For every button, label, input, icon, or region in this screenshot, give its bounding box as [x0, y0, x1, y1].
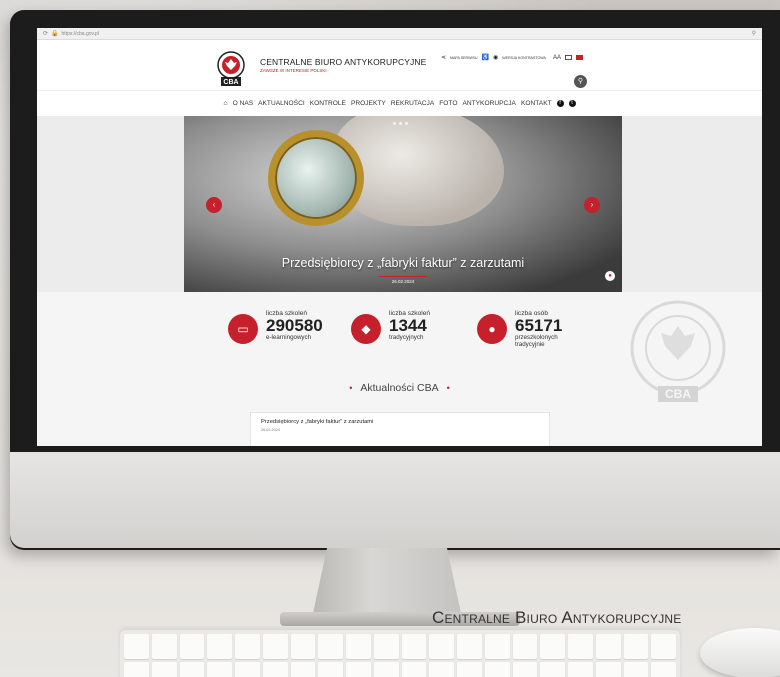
- nav-item-rekrutacja[interactable]: REKRUTACJA: [391, 100, 434, 107]
- stats-section: ▭ liczba szkoleń 290580 e-learningowych …: [37, 292, 762, 446]
- news-heading-text: Aktualności CBA: [360, 382, 439, 394]
- lock-icon: 🔒: [51, 31, 59, 37]
- stat-label-bottom: e-learningowych: [266, 334, 312, 341]
- stat-label-bottom: tradycyjnych: [389, 334, 424, 341]
- site-header: CBA CENTRALNE BIURO ANTYKORUPCYJNE ZAWSZ…: [37, 40, 762, 90]
- nav-item-projekty[interactable]: PROJEKTY: [351, 100, 386, 107]
- slider-dot[interactable]: [405, 122, 408, 125]
- laptop-icon: ▭: [228, 314, 258, 344]
- slider-dots: [393, 122, 408, 125]
- slider-dot[interactable]: [399, 122, 402, 125]
- stat-label-bottom: przeszkolonych tradycyjnie: [515, 334, 558, 348]
- magnifying-glass-image: [268, 130, 364, 226]
- pl-flag-icon[interactable]: [575, 55, 583, 60]
- bullet-icon: •: [349, 383, 353, 393]
- sitemap-link[interactable]: MAPA SERWISU: [450, 56, 477, 60]
- user-icon: ●: [477, 314, 507, 344]
- news-title[interactable]: Przedsiębiorcy z „fabryki faktur” z zarz…: [261, 419, 539, 425]
- accessibility-icon[interactable]: ♿: [481, 54, 488, 61]
- news-heading: • Aktualności CBA •: [37, 382, 762, 394]
- site-title[interactable]: CENTRALNE BIURO ANTYKORUPCYJNE: [260, 57, 426, 67]
- facebook-icon[interactable]: f: [556, 100, 564, 107]
- home-icon[interactable]: ⌂: [223, 100, 227, 107]
- slider-next-button[interactable]: ›: [584, 197, 600, 213]
- address-bar[interactable]: https://cba.gov.pl: [62, 31, 99, 37]
- font-size-toggle[interactable]: AA: [553, 55, 561, 61]
- bullet-icon: •: [446, 383, 450, 393]
- slider-pause-button[interactable]: ●: [605, 271, 615, 281]
- stat-people: ● liczba osób 65171 przeszkolonych trady…: [477, 310, 562, 348]
- browser-toolbar: ⟳ 🔒 https://cba.gov.pl ⚲: [37, 28, 762, 40]
- svg-text:CBA: CBA: [223, 79, 238, 86]
- monitor-chin: [10, 452, 780, 548]
- nav-item-o-nas[interactable]: O NAS: [233, 100, 254, 107]
- share-icon: ⋖: [441, 55, 447, 61]
- eu-flag-icon[interactable]: [564, 55, 572, 60]
- nav-item-antykorupcja[interactable]: ANTYKORUPCJA: [462, 100, 516, 107]
- hero-slider[interactable]: ‹ › Przedsiębiorcy z „fabryki faktur” z …: [184, 116, 622, 292]
- nav-item-kontrole[interactable]: KONTROLE: [310, 100, 346, 107]
- stat-elearning: ▭ liczba szkoleń 290580 e-learningowych: [228, 310, 323, 344]
- nav-item-foto[interactable]: FOTO: [439, 100, 457, 107]
- twitter-icon[interactable]: t: [568, 100, 576, 107]
- keyboard: [120, 630, 680, 677]
- main-nav: ⌂ O NAS AKTUALNOŚCI KONTROLE PROJEKTY RE…: [37, 90, 762, 116]
- utility-bar: ⋖ MAPA SERWISU ♿ ◉ WERSJA KONTRASTOWA AA: [441, 54, 583, 61]
- browser-search-icon[interactable]: ⚲: [752, 30, 756, 37]
- reload-icon[interactable]: ⟳: [43, 30, 48, 37]
- hero-band: ‹ › Przedsiębiorcy z „fabryki faktur” z …: [37, 116, 762, 292]
- page-caption: Centralne Biuro Antykorupcyjne: [432, 608, 682, 627]
- stat-value: 65171: [515, 316, 563, 335]
- slide-caption[interactable]: Przedsiębiorcy z „fabryki faktur” z zarz…: [184, 256, 622, 270]
- nav-item-aktualnosci[interactable]: AKTUALNOŚCI: [258, 100, 305, 107]
- stat-value: 1344: [389, 316, 427, 335]
- browser-screen: ⟳ 🔒 https://cba.gov.pl ⚲ CBA CENTRALNE B…: [37, 28, 762, 446]
- nav-item-kontakt[interactable]: KONTAKT: [521, 100, 552, 107]
- slider-dot[interactable]: [393, 122, 396, 125]
- news-card[interactable]: Przedsiębiorcy z „fabryki faktur” z zarz…: [250, 412, 550, 446]
- news-date: 26.02.2024: [261, 428, 281, 432]
- site-subtitle: ZAWSZE W INTERESIE POLSKI: [260, 68, 327, 73]
- search-button[interactable]: ⚲: [574, 75, 587, 88]
- eye-icon: ◉: [492, 55, 499, 61]
- stat-value: 290580: [266, 316, 323, 335]
- cba-logo[interactable]: CBA: [215, 51, 247, 87]
- slide-divider: [379, 276, 427, 277]
- graduation-cap-icon: ◆: [351, 314, 381, 344]
- slide-date: 26.02.2024: [391, 279, 415, 284]
- contrast-link[interactable]: WERSJA KONTRASTOWA: [502, 56, 546, 60]
- stat-traditional: ◆ liczba szkoleń 1344 tradycyjnych: [351, 310, 430, 344]
- slider-prev-button[interactable]: ‹: [206, 197, 222, 213]
